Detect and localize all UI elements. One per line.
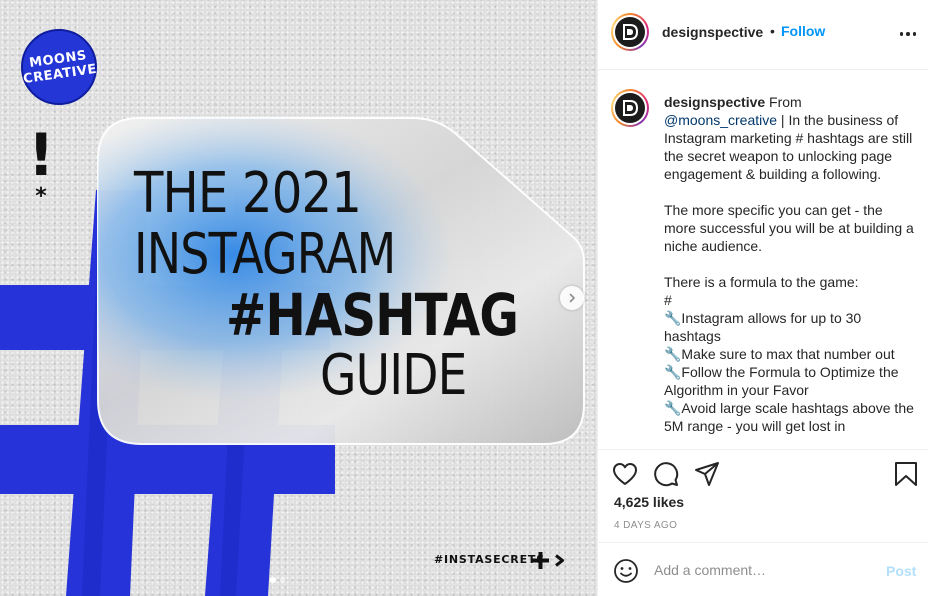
designspective-logo-icon [623, 100, 639, 116]
bookmark-icon[interactable] [892, 460, 920, 488]
post-header: designspective • Follow [598, 0, 928, 70]
post-actions: 4,625 likes 4 DAYS AGO [598, 449, 928, 541]
chevron-right-icon [569, 293, 575, 303]
post-timestamp[interactable]: 4 DAYS AGO [614, 520, 677, 531]
image-title-line-2: INSTAGRAM [134, 222, 396, 287]
more-options-icon[interactable] [898, 24, 918, 44]
likes-count[interactable]: 4,625 likes [614, 494, 684, 510]
asterisk-decoration: * [35, 184, 47, 209]
share-icon[interactable] [693, 460, 721, 488]
carousel-indicator [270, 577, 286, 583]
header-separator: • [770, 23, 775, 39]
follow-button[interactable]: Follow [781, 23, 825, 39]
emoji-icon[interactable] [613, 558, 639, 584]
caption-author-avatar[interactable] [611, 89, 649, 127]
caption-lead: From [765, 94, 806, 110]
exclamation-decoration: ! [28, 121, 55, 189]
carousel-dot [280, 577, 286, 583]
author-username[interactable]: designspective [662, 24, 763, 40]
image-footer-tag: #INSTASECRETS [434, 553, 545, 566]
image-title-line-4: GUIDE [320, 343, 467, 408]
author-avatar[interactable] [611, 13, 649, 51]
image-title-line-3: #HASHTAG [226, 281, 519, 349]
post-sidebar: designspective • Follow designspective F… [597, 0, 928, 596]
post-caption: designspective From @moons_creative | In… [664, 93, 914, 435]
post-image[interactable]: MOONS CREATIVE ! * THE 2021 INSTAGRAM #H… [0, 0, 597, 596]
comment-icon[interactable] [652, 460, 680, 488]
comment-input[interactable] [654, 558, 874, 582]
caption-section: designspective From @moons_creative | In… [598, 71, 928, 449]
post-comment-button[interactable]: Post [886, 563, 916, 579]
designspective-logo-icon [623, 24, 639, 40]
caption-body: | In the business of Instagram marketing… [664, 112, 914, 434]
arrow-right-icon [555, 554, 564, 567]
next-slide-button[interactable] [560, 286, 584, 310]
comment-form: Post [598, 542, 928, 596]
carousel-dot-active [270, 577, 276, 583]
caption-username[interactable]: designspective [664, 94, 765, 110]
image-title-line-1: THE 2021 [134, 161, 362, 226]
plus-icon [532, 552, 549, 569]
caption-mention-link[interactable]: @moons_creative [664, 112, 777, 128]
brand-badge-logo: MOONS CREATIVE [21, 29, 98, 105]
heart-icon[interactable] [611, 460, 639, 488]
brand-badge-text: MOONS CREATIVE [22, 48, 98, 88]
